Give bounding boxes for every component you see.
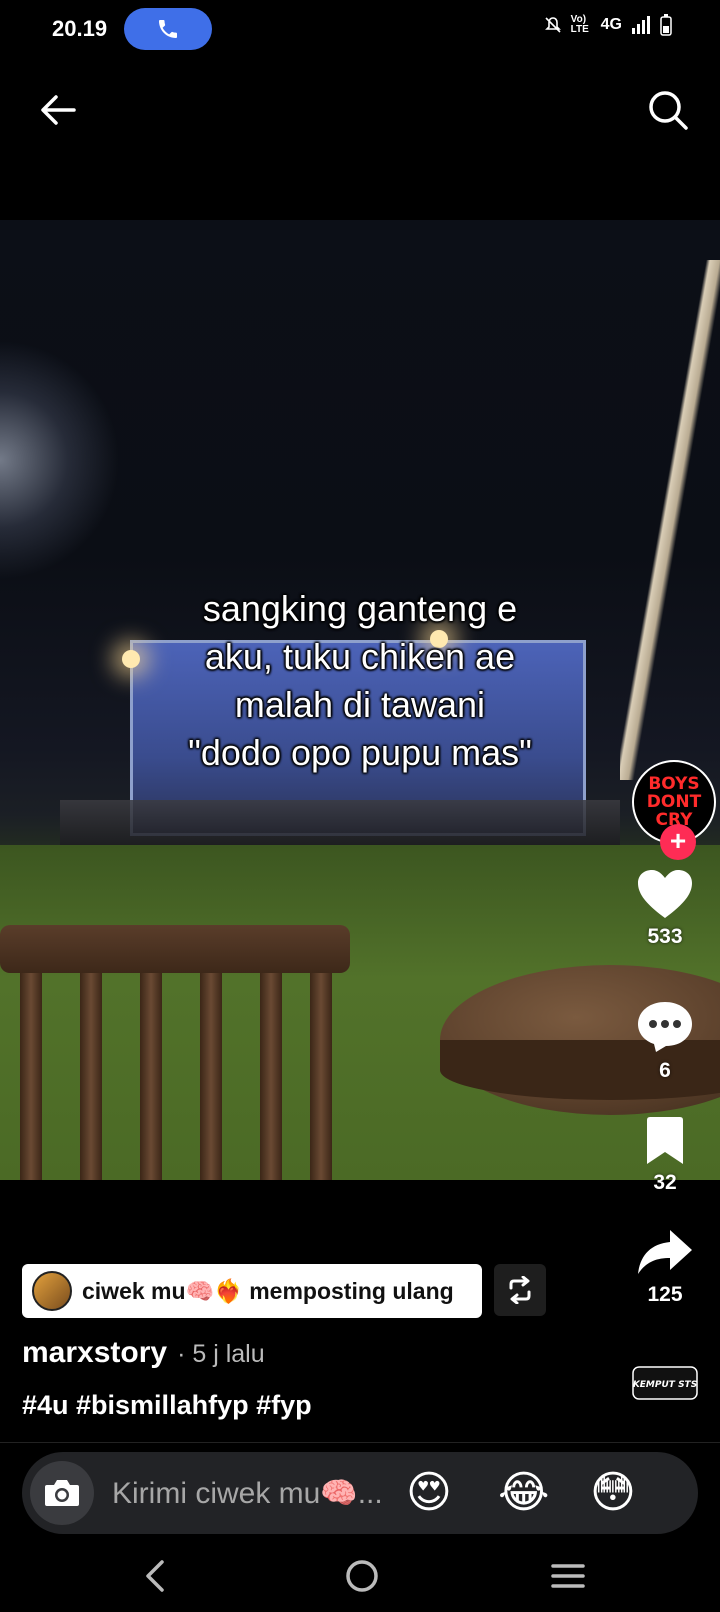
signal-icon — [632, 16, 650, 34]
camera-icon — [45, 1480, 79, 1506]
comment-input[interactable]: Kirimi ciwek mu🧠... — [112, 1476, 383, 1511]
avatar-logo-line: DONT — [646, 792, 702, 812]
author-row: marxstory · 5 j lalu — [22, 1336, 265, 1370]
sound-label: KEMPUT STS — [633, 1380, 697, 1390]
status-time: 20.19 — [52, 16, 108, 41]
home-circle-icon — [346, 1560, 378, 1592]
repost-chip[interactable]: ciwek mu🧠❤️‍🔥 memposting ulang — [22, 1264, 482, 1318]
caption-line: aku, tuku chiken ae — [204, 636, 516, 677]
emoji-flushed[interactable]: 😳 — [590, 1467, 636, 1519]
follow-button[interactable]: + — [660, 824, 696, 860]
status-bar: 20.19 Vo) LTE 4G — [0, 0, 720, 60]
caption-line: malah di tawani — [234, 684, 486, 725]
sound-disc[interactable]: KEMPUT STS — [632, 1366, 698, 1400]
sky-light — [0, 340, 120, 580]
ongoing-call-pill[interactable] — [124, 8, 212, 50]
share-count: 125 — [647, 1283, 683, 1306]
repost-label: ciwek mu🧠❤️‍🔥 memposting ulang — [82, 1277, 454, 1304]
hashtags[interactable]: #4u #bismillahfyp #fyp — [22, 1390, 312, 1421]
author-username[interactable]: marxstory — [22, 1336, 167, 1370]
top-bar — [0, 70, 720, 150]
comment-count: 6 — [659, 1059, 671, 1082]
search-button[interactable] — [644, 86, 692, 134]
emoji-tears-of-joy[interactable]: 😂 — [498, 1467, 549, 1519]
nav-back-button[interactable] — [134, 1554, 174, 1598]
phone-icon — [159, 20, 177, 38]
battery-icon — [660, 14, 672, 36]
camera-button[interactable] — [30, 1461, 94, 1525]
menu-lines-icon — [551, 1564, 585, 1588]
repost-button[interactable] — [494, 1264, 546, 1316]
back-button[interactable] — [36, 88, 80, 132]
share-arrow-icon — [638, 1230, 692, 1274]
crowd — [60, 800, 620, 845]
volte-label: Vo) LTE — [570, 14, 589, 35]
wooden-chair — [0, 925, 350, 1180]
caption-line: "dodo opo pupu mas" — [188, 732, 532, 773]
system-nav-bar — [0, 1540, 720, 1612]
tent-pole — [620, 260, 720, 780]
comment-bar: Kirimi ciwek mu🧠... 😍 😂 😳 — [22, 1452, 698, 1534]
chevron-left-icon — [146, 1560, 164, 1592]
like-button[interactable]: 533 — [610, 868, 720, 949]
save-count: 32 — [653, 1171, 677, 1194]
like-count: 533 — [647, 925, 683, 948]
mute-bell-icon — [544, 17, 561, 33]
emoji-heart-eyes[interactable]: 😍 — [406, 1467, 452, 1519]
post-time: · 5 j lalu — [177, 1340, 265, 1368]
reposter-avatar — [32, 1271, 72, 1311]
sound-logo-icon: KEMPUT STS — [632, 1366, 698, 1400]
repost-icon — [509, 1276, 531, 1304]
arrow-left-icon — [41, 95, 76, 125]
save-button[interactable]: 32 — [610, 1116, 720, 1195]
nav-home-button[interactable] — [340, 1554, 384, 1598]
share-button[interactable]: 125 — [610, 1228, 720, 1307]
network-label: 4G — [600, 16, 622, 33]
comment-button[interactable]: 6 — [610, 1000, 720, 1083]
caption-line: sangking ganteng e — [202, 588, 518, 629]
comment-bubble-icon — [638, 1002, 692, 1052]
video-caption: sangking ganteng e aku, tuku chiken ae m… — [120, 585, 600, 777]
bookmark-icon — [647, 1117, 683, 1164]
search-icon — [649, 91, 688, 130]
avatar-logo-line: BOYS — [648, 774, 700, 794]
divider — [0, 1442, 720, 1443]
status-icons: Vo) LTE 4G — [543, 14, 672, 36]
heart-icon — [638, 870, 692, 918]
nav-recents-button[interactable] — [548, 1554, 588, 1598]
